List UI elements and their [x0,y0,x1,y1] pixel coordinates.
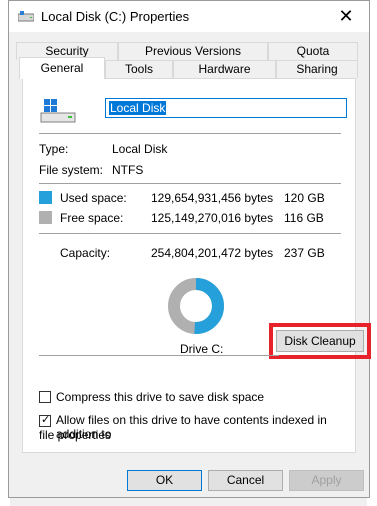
tab-general[interactable]: General [19,57,105,79]
free-space-gb: 116 GB [284,211,324,225]
capacity-gb: 237 GB [284,246,325,260]
ok-button[interactable]: OK [127,470,202,491]
compress-checkbox[interactable] [39,391,51,403]
tab-tools[interactable]: Tools [105,60,173,78]
file-system-label: File system: [39,163,104,177]
used-space-swatch [39,191,52,204]
drive-name-value: Local Disk [109,101,167,115]
index-label-line2: file properties [39,428,112,442]
type-value: Local Disk [112,142,168,156]
compress-label: Compress this drive to save disk space [56,390,265,404]
free-space-label: Free space: [60,211,124,225]
tab-hardware[interactable]: Hardware [173,60,276,78]
properties-dialog: Local Disk (C:) Properties ✕ Security Pr… [8,0,371,498]
capacity-label: Capacity: [60,246,111,260]
cancel-button[interactable]: Cancel [208,470,283,491]
tab-sharing[interactable]: Sharing [276,60,358,78]
disk-cleanup-button[interactable]: Disk Cleanup [276,330,364,352]
window-title: Local Disk (C:) Properties [41,9,190,24]
used-space-bytes: 129,654,931,456 bytes [151,191,274,205]
divider [39,183,341,184]
used-space-label: Used space: [60,191,127,205]
type-label: Type: [39,142,69,156]
index-checkbox[interactable]: ✓ [39,414,51,427]
check-icon: ✓ [41,414,51,426]
divider [39,233,341,234]
close-icon[interactable]: ✕ [323,1,369,32]
used-space-gb: 120 GB [284,191,325,205]
file-system-value: NTFS [112,163,144,177]
free-space-swatch [39,211,52,224]
general-tab-panel: Local Disk Type: Local Disk File system:… [22,78,371,453]
free-space-bytes: 125,149,270,016 bytes [151,211,274,225]
divider [39,133,341,134]
title-bar[interactable]: Local Disk (C:) Properties ✕ [9,1,369,32]
drive-icon [40,99,76,123]
tab-quota[interactable]: Quota [268,42,358,60]
usage-donut-chart [168,278,224,334]
drive-name-input[interactable]: Local Disk [105,98,347,118]
apply-button[interactable]: Apply [289,470,364,491]
drive-label: Drive C: [180,342,224,356]
drive-title-icon [18,11,34,22]
tab-previous-versions[interactable]: Previous Versions [118,42,268,60]
divider [39,355,279,356]
capacity-bytes: 254,804,201,472 bytes [151,246,274,260]
